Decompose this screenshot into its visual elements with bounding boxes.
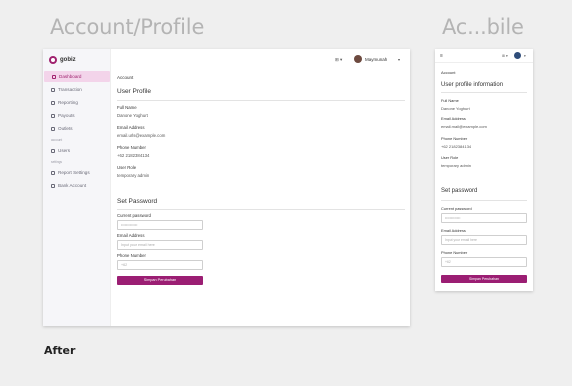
- sidebar-section-settings: settings: [51, 160, 62, 164]
- field-label: Full Name: [441, 98, 459, 103]
- divider: [441, 92, 527, 93]
- sidebar-item-dashboard[interactable]: Dashboard: [44, 71, 110, 82]
- field-label: Current password: [441, 206, 472, 211]
- email-field[interactable]: Input your email here: [441, 235, 527, 245]
- avatar[interactable]: [514, 52, 521, 59]
- divider: [441, 200, 527, 201]
- email-value: email.urls@example.com: [117, 133, 166, 138]
- mobile-topbar: ≡ ⊞ ▾ ▾: [435, 49, 533, 63]
- sidebar-item-transaction[interactable]: Transaction: [43, 84, 111, 95]
- email-value: email.mail@example.com: [441, 124, 487, 129]
- phone-field[interactable]: +62: [117, 260, 203, 270]
- profile-title: User profile information: [441, 82, 504, 88]
- field-label: Phone Number: [117, 145, 146, 150]
- sidebar-item-label: Payouts: [58, 113, 75, 118]
- save-button[interactable]: Simpan Perubahan: [441, 275, 527, 283]
- sidebar-item-payouts[interactable]: Payouts: [43, 110, 111, 121]
- sidebar-item-bank-account[interactable]: Bank Account: [43, 180, 111, 191]
- password-title: Set Password: [117, 198, 158, 205]
- sidebar: gobiz Dashboard Transaction Reporting Pa…: [43, 49, 111, 326]
- field-label: Email Address: [117, 125, 145, 130]
- field-label: Email Address: [441, 116, 466, 121]
- language-selector[interactable]: ⊞ ▾: [335, 57, 342, 63]
- after-label: After: [44, 344, 76, 357]
- role-value: temporary admin: [117, 173, 150, 178]
- email-field[interactable]: Input your email here: [117, 240, 203, 250]
- sidebar-item-label: Bank Account: [58, 183, 87, 188]
- field-label: Email Address: [117, 233, 145, 238]
- transaction-icon: [51, 87, 55, 92]
- chevron-down-icon[interactable]: ▾: [524, 54, 526, 58]
- sidebar-item-outlets[interactable]: Outlets: [43, 123, 111, 134]
- language-selector[interactable]: ⊞ ▾: [502, 54, 508, 58]
- full-name-value: Danone Yoghurt: [117, 113, 148, 118]
- sidebar-item-report-settings[interactable]: Report Settings: [43, 167, 111, 178]
- sidebar-section-account: account: [51, 138, 63, 142]
- desktop-frame: gobiz Dashboard Transaction Reporting Pa…: [43, 49, 410, 326]
- field-label: Current password: [117, 213, 151, 218]
- settings-icon: [51, 170, 55, 175]
- mobile-frame: ≡ ⊞ ▾ ▾ Account User profile information…: [435, 49, 533, 291]
- breadcrumb: Account: [441, 70, 456, 75]
- phone-value: +62 2182384134: [441, 144, 472, 149]
- sidebar-item-users[interactable]: Users: [43, 145, 111, 156]
- full-name-value: Danone Yoghurt: [441, 106, 470, 111]
- chevron-down-icon[interactable]: ▾: [398, 57, 400, 62]
- sidebar-item-label: Dashboard: [59, 74, 82, 79]
- field-label: Phone Number: [117, 253, 146, 258]
- sidebar-item-label: Outlets: [58, 126, 73, 131]
- users-icon: [51, 148, 55, 153]
- user-name[interactable]: Maymunah: [365, 57, 387, 62]
- field-label: Email Address: [441, 228, 466, 233]
- password-title: Set password: [441, 188, 478, 194]
- bank-icon: [51, 183, 55, 188]
- current-password-input[interactable]: •••••••••••••: [441, 213, 527, 223]
- current-password-input[interactable]: •••••••••••••: [117, 220, 203, 230]
- save-button[interactable]: Simpan Perubahan: [117, 276, 203, 285]
- sidebar-item-label: Transaction: [58, 87, 82, 92]
- desktop-heading: Account/Profile: [50, 15, 205, 39]
- mobile-heading: Ac...bile: [442, 15, 524, 39]
- brand-name: gobiz: [60, 57, 76, 63]
- sidebar-nav: Dashboard Transaction Reporting Payouts …: [43, 71, 111, 193]
- field-label: Phone Number: [441, 250, 468, 255]
- sidebar-item-reporting[interactable]: Reporting: [43, 97, 111, 108]
- menu-icon[interactable]: ≡: [440, 53, 443, 59]
- breadcrumb: Account: [117, 75, 134, 80]
- phone-value: +62 2182384134: [117, 153, 150, 158]
- field-label: User Role: [441, 155, 459, 160]
- profile-title: User Profile: [117, 88, 151, 95]
- sidebar-item-label: Report Settings: [58, 170, 90, 175]
- sidebar-item-label: Users: [58, 148, 70, 153]
- role-value: temporary admin: [441, 163, 472, 168]
- outlets-icon: [51, 126, 55, 131]
- reporting-icon: [51, 100, 55, 105]
- payouts-icon: [51, 113, 55, 118]
- field-label: Phone Number: [441, 136, 468, 141]
- dashboard-icon: [52, 74, 56, 79]
- divider: [117, 100, 405, 101]
- logo[interactable]: gobiz: [49, 56, 76, 64]
- field-label: Full Name: [117, 105, 137, 110]
- divider: [117, 209, 405, 210]
- topbar: ⊞ ▾ Maymunah ▾: [111, 49, 410, 69]
- field-label: User Role: [117, 165, 137, 170]
- avatar[interactable]: [354, 55, 362, 63]
- phone-field[interactable]: +62: [441, 257, 527, 267]
- gobiz-logo-icon: [49, 56, 57, 64]
- sidebar-item-label: Reporting: [58, 100, 78, 105]
